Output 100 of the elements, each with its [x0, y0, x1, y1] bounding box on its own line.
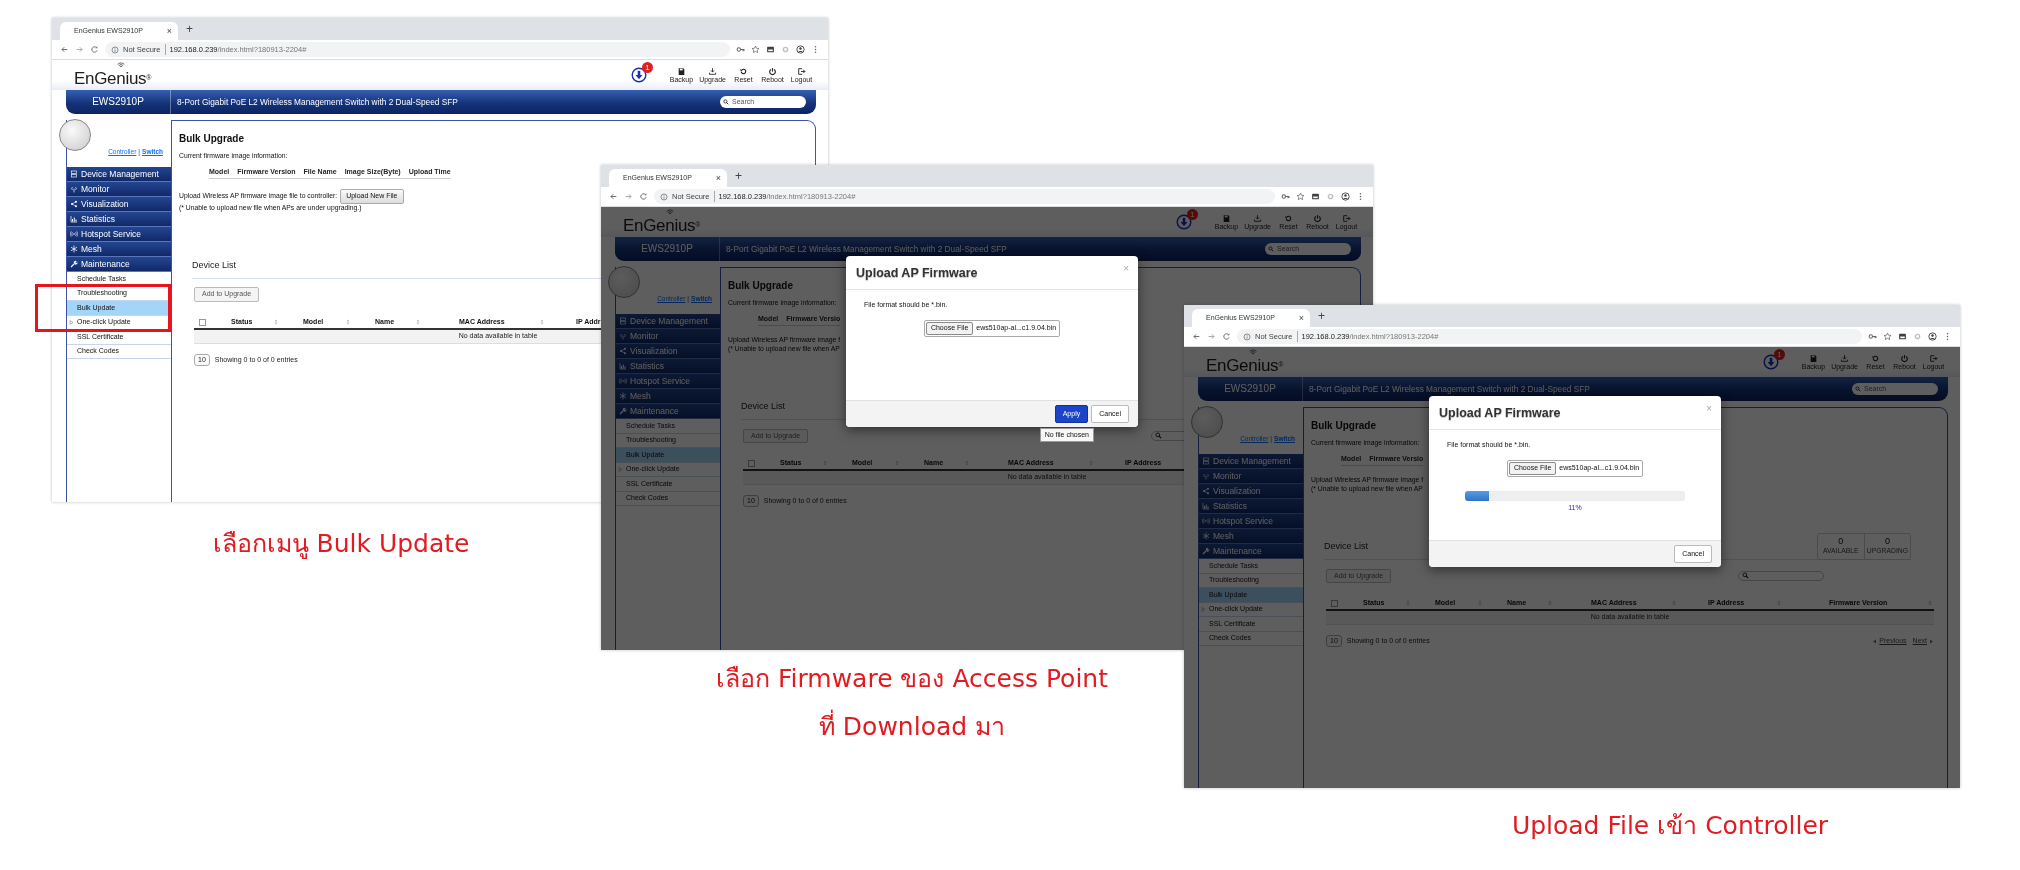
sidebar-menu-item[interactable]: Maintenance [1199, 544, 1303, 559]
sidebar-menu-item[interactable]: Visualization [1199, 484, 1303, 499]
sidebar-menu-item[interactable]: Statistics [1199, 499, 1303, 514]
sort-icon[interactable] [416, 318, 420, 325]
caption-text: เลือก Firmware ของ Access Point [716, 665, 1108, 693]
circle-icon[interactable] [1326, 192, 1335, 201]
asterisk-icon [619, 392, 627, 400]
tab-close-button[interactable]: × [166, 26, 172, 36]
bar-chart-icon [1202, 502, 1210, 510]
page-title: Bulk Upgrade [1311, 419, 1377, 433]
key-icon[interactable] [1281, 192, 1290, 201]
antenna-icon [70, 185, 78, 193]
new-tab-button[interactable]: + [735, 170, 742, 182]
floppy-icon [1808, 353, 1818, 363]
server-icon [619, 317, 627, 325]
section-title: Device List [1324, 540, 1368, 554]
profile-icon[interactable] [1341, 192, 1350, 201]
reload-icon[interactable] [1222, 332, 1231, 341]
info-icon [111, 45, 119, 54]
dialog-title: Upload AP Firmware [856, 265, 978, 282]
sidebar-menu-item[interactable]: Hotspot Service [1199, 514, 1303, 529]
tab-close-button[interactable]: × [1298, 313, 1304, 323]
sidebar-menu-item[interactable]: Hotspot Service [616, 374, 720, 389]
back-arrow-icon[interactable] [60, 45, 69, 54]
sidebar-menu-item[interactable]: Visualization [616, 344, 720, 359]
extension-icon[interactable] [766, 45, 775, 54]
server-icon [1202, 457, 1210, 465]
sidebar-menu-item[interactable]: Device Management [616, 314, 720, 329]
star-icon[interactable] [751, 45, 760, 54]
wifi-icon [665, 207, 675, 217]
sidebar-menu-item[interactable]: Monitor [616, 329, 720, 344]
forward-arrow-icon[interactable] [1207, 332, 1216, 341]
sidebar-menu-item[interactable]: Hotspot Service [67, 227, 171, 242]
sidebar-menu-item[interactable]: Maintenance [616, 404, 720, 419]
wrench-icon [619, 407, 627, 415]
profile-icon[interactable] [1928, 332, 1937, 341]
caption-text: เลือกเมนู Bulk Update [212, 530, 470, 558]
download-circle-icon[interactable] [630, 67, 647, 83]
sidebar-menu-item[interactable]: Device Management [1199, 454, 1303, 469]
forward-arrow-icon[interactable] [75, 45, 84, 54]
power-icon [1900, 353, 1909, 363]
select-all-checkbox[interactable] [748, 460, 755, 467]
circle-icon[interactable] [1913, 332, 1922, 341]
device-photo-placeholder [59, 119, 91, 151]
broadcast-icon [70, 230, 78, 238]
extension-icon[interactable] [1311, 192, 1320, 201]
sidebar-menu-item[interactable]: Mesh [1199, 529, 1303, 544]
floppy-icon [1221, 213, 1231, 223]
sidebar-menu-item[interactable]: Mesh [67, 242, 171, 257]
tab-close-button[interactable]: × [715, 173, 721, 183]
forward-arrow-icon[interactable] [624, 192, 633, 201]
sidebar-menu-item[interactable]: Mesh [616, 389, 720, 404]
share-icon [1202, 487, 1210, 495]
back-arrow-icon[interactable] [1192, 332, 1201, 341]
star-icon[interactable] [1296, 192, 1305, 201]
select-all-checkbox[interactable] [1331, 600, 1338, 607]
info-icon [660, 192, 668, 201]
page-title: Bulk Upgrade [728, 279, 794, 293]
section-title: Device List [192, 259, 236, 273]
key-icon[interactable] [736, 45, 745, 54]
key-icon[interactable] [1868, 332, 1877, 341]
share-icon [70, 200, 78, 208]
circular-arrow-icon [1871, 353, 1880, 363]
sidebar-menu-item[interactable]: Visualization [67, 197, 171, 212]
sidebar-menu-item[interactable]: Statistics [616, 359, 720, 374]
sort-icon[interactable] [274, 318, 278, 325]
sort-icon[interactable] [346, 318, 350, 325]
download-icon [1253, 213, 1263, 223]
star-icon[interactable] [1883, 332, 1892, 341]
extension-icon[interactable] [1898, 332, 1907, 341]
sidebar-menu-item[interactable]: Monitor [67, 182, 171, 197]
new-tab-button[interactable]: + [186, 23, 193, 35]
search-icon [1742, 572, 1749, 580]
model-name: EWS2910P [615, 237, 720, 261]
dialog-title: Upload AP Firmware [1439, 405, 1561, 422]
sidebar-menu-item[interactable]: Monitor [1199, 469, 1303, 484]
floppy-icon [676, 66, 686, 76]
select-all-checkbox[interactable] [199, 318, 206, 326]
back-arrow-icon[interactable] [609, 192, 618, 201]
search-icon [1155, 432, 1162, 440]
antenna-icon [619, 332, 627, 340]
product-description: 8-Port Gigabit PoE L2 Wireless Management Switch with 2 Dual-Speed SFP [725, 242, 1008, 256]
reload-icon[interactable] [90, 45, 99, 54]
reload-icon[interactable] [639, 192, 648, 201]
circle-icon[interactable] [781, 45, 790, 54]
wrench-icon [70, 260, 78, 268]
close-button[interactable]: × [1123, 264, 1129, 274]
profile-icon[interactable] [796, 45, 805, 54]
logo-text: EnGenius$^{®}$ [623, 210, 701, 234]
expand-triangle-icon [618, 466, 623, 472]
sidebar-menu-item[interactable]: Device Management [67, 167, 171, 182]
sidebar-menu-item[interactable]: Maintenance [67, 257, 171, 272]
circular-arrow-icon [1284, 213, 1293, 223]
close-button[interactable]: × [1706, 404, 1712, 414]
bar-chart-icon [619, 362, 627, 370]
model-name: EWS2910P [66, 90, 171, 114]
sidebar-menu-item[interactable]: Statistics [67, 212, 171, 227]
new-tab-button[interactable]: + [1318, 310, 1325, 322]
sort-icon[interactable] [540, 318, 544, 325]
logout-icon [1929, 353, 1938, 363]
